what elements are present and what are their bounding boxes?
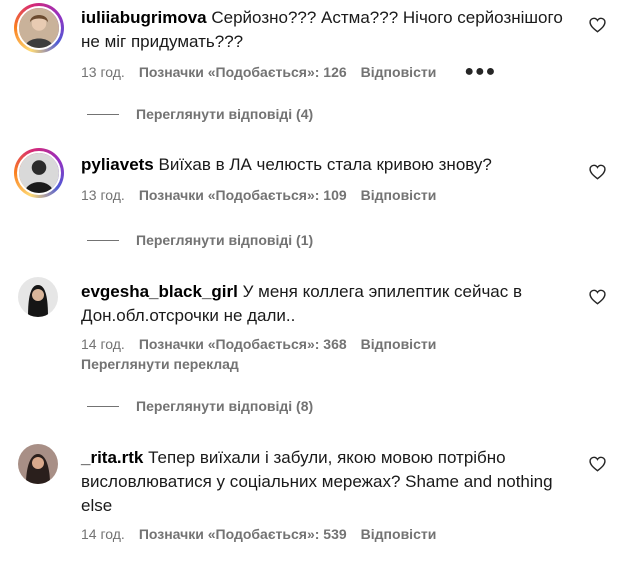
view-replies-label[interactable]: Переглянути відповіді (4)	[136, 106, 313, 122]
avatar[interactable]	[18, 277, 58, 317]
comment-likes[interactable]: Позначки «Подобається»: 109	[139, 186, 347, 204]
view-replies-button[interactable]: Переглянути відповіді (1)	[87, 232, 313, 248]
replies-divider	[87, 239, 119, 241]
avatar-story-ring[interactable]	[14, 148, 64, 198]
comment-username[interactable]: _rita.rtk	[81, 448, 143, 467]
comment-text: Виїхав в ЛА челюсть стала кривою знову?	[158, 155, 492, 174]
reply-button[interactable]: Відповісти	[361, 335, 437, 353]
heart-icon[interactable]	[589, 17, 606, 33]
replies-divider	[87, 405, 119, 407]
avatar[interactable]	[18, 444, 58, 484]
comment-time[interactable]: 13 год.	[81, 186, 125, 204]
comment-body: evgesha_black_girl У меня коллега эпилеп…	[81, 280, 563, 328]
reply-button[interactable]: Відповісти	[361, 186, 437, 204]
comment-username[interactable]: iuliiabugrimova	[81, 8, 207, 27]
view-replies-button[interactable]: Переглянути відповіді (4)	[87, 106, 313, 122]
comment-body: pyliavets Виїхав в ЛА челюсть стала крив…	[81, 153, 563, 177]
avatar-story-ring[interactable]	[14, 3, 64, 53]
avatar-wrapper[interactable]	[18, 444, 58, 484]
comment-meta: 13 год. Позначки «Подобається»: 126 Відп…	[81, 63, 496, 81]
avatar-wrapper[interactable]	[18, 277, 58, 317]
comment-time[interactable]: 14 год.	[81, 525, 125, 543]
view-replies-button[interactable]: Переглянути відповіді (8)	[87, 398, 313, 414]
avatar[interactable]	[17, 151, 61, 195]
comment-meta: 13 год. Позначки «Подобається»: 109 Відп…	[81, 186, 436, 204]
view-replies-label[interactable]: Переглянути відповіді (1)	[136, 232, 313, 248]
comment-likes[interactable]: Позначки «Подобається»: 126	[139, 63, 347, 81]
comment-meta: 14 год. Позначки «Подобається»: 368 Відп…	[81, 335, 436, 353]
replies-divider	[87, 113, 119, 115]
comment-meta: 14 год. Позначки «Подобається»: 539 Відп…	[81, 525, 436, 543]
comment-time[interactable]: 13 год.	[81, 63, 125, 81]
avatar[interactable]	[17, 6, 61, 50]
more-dots-icon[interactable]: ●●●	[464, 63, 496, 81]
heart-icon[interactable]	[589, 456, 606, 472]
comment-likes[interactable]: Позначки «Подобається»: 368	[139, 335, 347, 353]
comment-username[interactable]: evgesha_black_girl	[81, 282, 238, 301]
comment-likes[interactable]: Позначки «Подобається»: 539	[139, 525, 347, 543]
reply-button[interactable]: Відповісти	[361, 525, 437, 543]
comment-body: iuliiabugrimova Серйозно??? Астма??? Ніч…	[81, 6, 563, 54]
view-replies-label[interactable]: Переглянути відповіді (8)	[136, 398, 313, 414]
heart-icon[interactable]	[589, 289, 606, 305]
heart-icon[interactable]	[589, 164, 606, 180]
comment-username[interactable]: pyliavets	[81, 155, 154, 174]
reply-button[interactable]: Відповісти	[361, 63, 437, 81]
translate-button[interactable]: Переглянути переклад	[81, 355, 239, 373]
comment-body: _rita.rtk Тепер виїхали і забули, якою м…	[81, 446, 563, 518]
comment-text: Тепер виїхали і забули, якою мовою потрі…	[81, 448, 553, 515]
comment-time[interactable]: 14 год.	[81, 335, 125, 353]
